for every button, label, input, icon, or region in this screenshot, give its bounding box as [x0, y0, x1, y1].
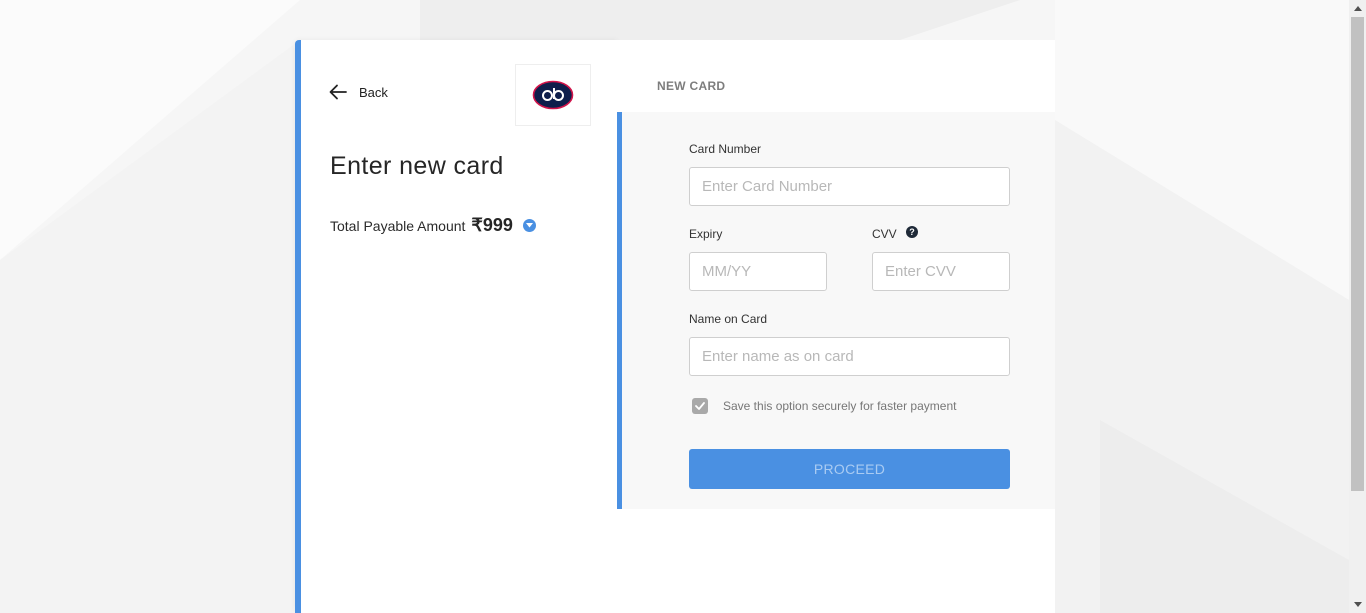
question-circle-icon[interactable]: ?	[906, 226, 918, 238]
scrollbar-thumb[interactable]	[1351, 17, 1364, 491]
back-button[interactable]: Back	[329, 84, 388, 100]
expiry-input[interactable]	[689, 252, 827, 291]
amount-value: ₹999	[471, 215, 513, 235]
back-label: Back	[359, 84, 388, 100]
cvv-input[interactable]	[872, 252, 1010, 291]
proceed-button[interactable]: PROCEED	[689, 449, 1010, 489]
name-on-card-label: Name on Card	[689, 312, 768, 326]
save-card-option[interactable]: Save this option securely for faster pay…	[692, 398, 956, 414]
merchant-logo	[515, 64, 591, 126]
scroll-down-arrow-icon[interactable]	[1349, 596, 1366, 613]
new-card-form: Card Number Expiry CVV ? Name on Card Sa…	[617, 112, 1055, 509]
expiry-label: Expiry	[689, 227, 723, 241]
vertical-scrollbar[interactable]	[1349, 0, 1366, 613]
name-on-card-input[interactable]	[689, 337, 1010, 376]
save-card-label: Save this option securely for faster pay…	[723, 399, 957, 413]
card-number-input[interactable]	[689, 167, 1010, 206]
save-card-checkbox[interactable]	[692, 398, 708, 414]
arrow-left-icon	[329, 84, 347, 100]
payment-panel: NEW CARD Card Number Expiry CVV ? Name o…	[617, 40, 1055, 613]
card-number-label: Card Number	[689, 142, 762, 156]
scroll-up-arrow-icon[interactable]	[1349, 0, 1366, 17]
cvv-label: CVV	[872, 227, 897, 241]
chevron-down-icon[interactable]	[522, 219, 536, 232]
page-title: Enter new card	[330, 152, 504, 180]
section-header: NEW CARD	[657, 79, 726, 93]
amount-label: Total Payable Amount	[330, 217, 466, 234]
total-payable-amount: Total Payable Amount ₹999	[330, 215, 536, 236]
order-summary-panel: Back Enter new card Total Payable Amount…	[295, 40, 617, 613]
